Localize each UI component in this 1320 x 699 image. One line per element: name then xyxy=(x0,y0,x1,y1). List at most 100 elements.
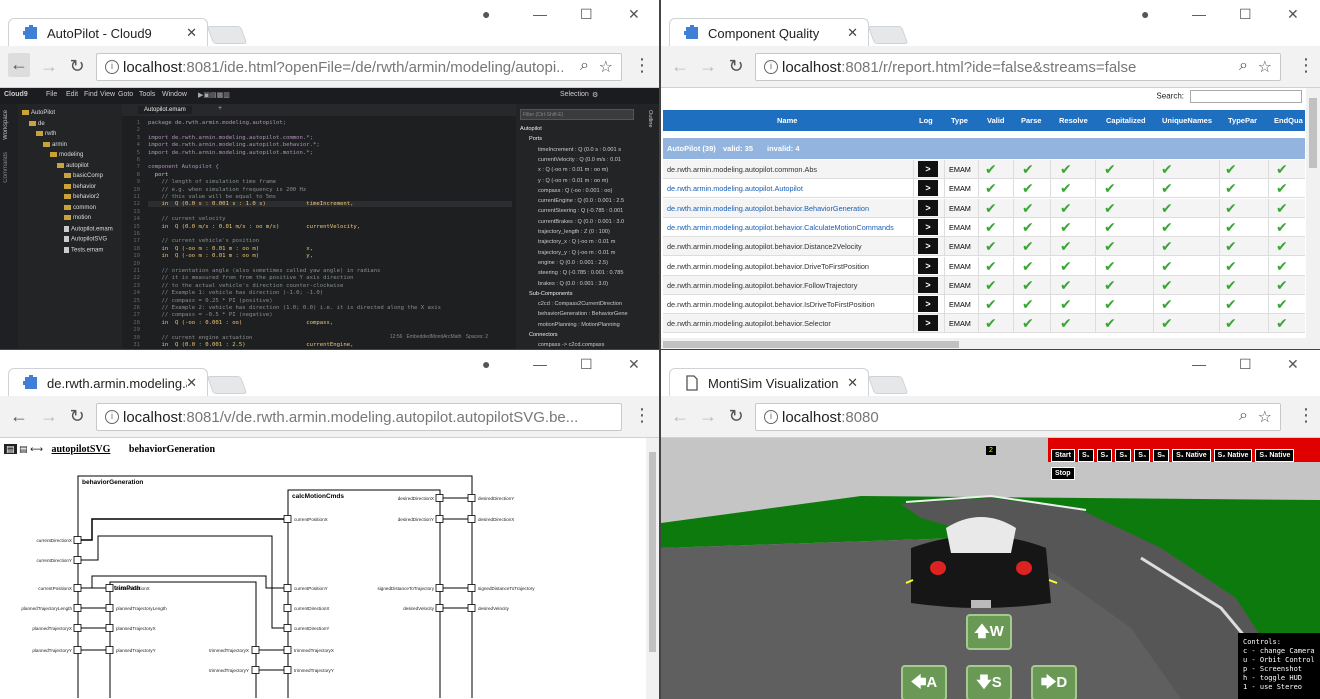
close-window-icon[interactable]: ✕ xyxy=(628,356,640,373)
hud-button[interactable]: Stop xyxy=(1051,467,1075,480)
address-bar[interactable]: i localhost:8080 ⌕ ☆ xyxy=(755,403,1281,431)
tab-close-icon[interactable]: ✕ xyxy=(847,375,858,391)
log-button[interactable]: > xyxy=(918,180,938,197)
tree-folder[interactable]: de xyxy=(29,120,45,127)
table-row[interactable]: de.rwth.armin.modeling.autopilot.behavio… xyxy=(663,237,1305,257)
info-icon[interactable]: i xyxy=(764,60,778,74)
reload-icon[interactable]: ↻ xyxy=(725,56,747,77)
minimize-icon[interactable]: — xyxy=(1192,356,1206,372)
outline-item[interactable]: Autopilot xyxy=(520,126,542,132)
breadcrumb-link[interactable]: autopilotSVG xyxy=(51,444,110,455)
forward-icon[interactable]: → xyxy=(38,56,60,77)
hud-button[interactable]: S₄ xyxy=(1134,449,1151,462)
log-button[interactable]: > xyxy=(918,315,938,332)
column-header[interactable]: Type xyxy=(951,116,968,125)
profile-icon[interactable]: ● xyxy=(482,356,490,372)
tree-file[interactable]: Autopilot.emam xyxy=(64,225,113,232)
log-button[interactable]: > xyxy=(918,218,938,235)
outline-item[interactable]: Ports xyxy=(529,136,542,142)
log-button[interactable]: > xyxy=(918,257,938,274)
maximize-icon[interactable]: ☐ xyxy=(1239,356,1252,373)
back-icon[interactable]: ← xyxy=(669,406,691,427)
tree-folder[interactable]: autopilot xyxy=(57,162,89,169)
outline-item[interactable]: x : Q (-oo m : 0.01 m : oo m) xyxy=(538,167,608,173)
table-row[interactable]: de.rwth.armin.modeling.autopilot.behavio… xyxy=(663,217,1305,237)
ide-menu-item[interactable]: Goto xyxy=(118,91,133,98)
zoom-search-icon[interactable]: ⌕ xyxy=(1239,407,1248,425)
tree-folder[interactable]: motion xyxy=(64,215,91,221)
tab-close-icon[interactable]: ✕ xyxy=(847,25,858,41)
info-icon[interactable]: i xyxy=(105,410,119,424)
outline-item[interactable]: currentVelocity : Q (0.0 m/s : 0.01 xyxy=(538,157,621,163)
table-row[interactable]: de.rwth.armin.modeling.autopilot.behavio… xyxy=(663,314,1305,334)
column-header[interactable]: Parse xyxy=(1021,116,1041,125)
browser-tab[interactable]: de.rwth.armin.modeling.a ✕ xyxy=(8,368,208,398)
hud-button[interactable]: S₁ xyxy=(1077,449,1094,462)
outline-tab-label[interactable]: Outline xyxy=(647,110,653,127)
side-label-commands[interactable]: Commands xyxy=(3,152,9,183)
hud-button[interactable]: S₅ xyxy=(1153,449,1170,462)
column-header[interactable]: EndQua xyxy=(1274,116,1303,125)
new-tab-button[interactable] xyxy=(206,376,248,394)
tab-close-icon[interactable]: ✕ xyxy=(186,375,197,391)
tree-folder[interactable]: armin xyxy=(43,141,67,148)
component-link[interactable]: de.rwth.armin.modeling.autopilot.behavio… xyxy=(667,223,894,232)
new-tab-button[interactable] xyxy=(206,26,248,44)
ide-menu-item[interactable]: Edit xyxy=(66,91,78,98)
reload-icon[interactable]: ↻ xyxy=(66,406,88,427)
log-button[interactable]: > xyxy=(918,161,938,177)
log-button[interactable]: > xyxy=(918,276,938,293)
back-icon[interactable]: ← xyxy=(8,406,30,427)
outline-item[interactable]: compass -> c2cd.compass xyxy=(538,342,604,348)
column-header[interactable]: Valid xyxy=(987,116,1005,125)
tree-folder[interactable]: common xyxy=(64,204,96,211)
control-s-button[interactable]: 🡇S xyxy=(966,665,1012,699)
profile-icon[interactable]: ● xyxy=(482,6,490,22)
tree-folder[interactable]: AutoPilot xyxy=(22,110,55,116)
ide-menu-item[interactable]: File xyxy=(46,91,57,98)
vertical-scrollbar[interactable] xyxy=(1306,88,1320,350)
info-icon[interactable]: i xyxy=(105,60,119,74)
outline-item[interactable]: currentSteering : Q (-0.785 : 0.001 xyxy=(538,208,623,214)
maximize-icon[interactable]: ☐ xyxy=(580,356,593,373)
outline-item[interactable]: behaviorGeneration : BehaviorGene xyxy=(538,311,628,317)
search-input[interactable] xyxy=(1190,90,1302,103)
maximize-icon[interactable]: ☐ xyxy=(580,6,593,23)
outline-item[interactable]: timeIncrement : Q (0.0 s : 0.001 s xyxy=(538,147,621,153)
reload-icon[interactable]: ↻ xyxy=(725,406,747,427)
forward-icon[interactable]: → xyxy=(697,56,719,77)
tree-file[interactable]: Tests.emam xyxy=(64,246,103,253)
browser-tab[interactable]: MontiSim Visualization ✕ xyxy=(669,368,869,398)
zoom-search-icon[interactable]: ⌕ xyxy=(1239,57,1248,75)
address-bar[interactable]: i localhost:8081/r/report.html?ide=false… xyxy=(755,53,1281,81)
outline-item[interactable]: steering : Q (-0.785 : 0.001 : 0.785 xyxy=(538,270,624,276)
code-editor[interactable]: Autopilot.emam + 1 package de.rwth.armin.… xyxy=(122,104,516,350)
tree-folder[interactable]: behavior xyxy=(64,183,96,190)
outline-item[interactable]: currentEngine : Q (0.0 : 0.001 : 2.5 xyxy=(538,198,624,204)
ide-menu-item[interactable]: Find xyxy=(84,91,98,98)
browser-tab[interactable]: AutoPilot - Cloud9 ✕ xyxy=(8,18,208,48)
reload-icon[interactable]: ↻ xyxy=(66,56,88,77)
column-header[interactable]: TypePar xyxy=(1228,116,1257,125)
ide-menu-item[interactable]: Window xyxy=(162,91,187,98)
column-header[interactable]: UniqueNames xyxy=(1162,116,1212,125)
table-row[interactable]: de.rwth.armin.modeling.autopilot.common.… xyxy=(663,160,1305,179)
outline-item[interactable]: y : Q (-oo m : 0.01 m : oo m) xyxy=(538,178,608,184)
forward-icon[interactable]: → xyxy=(38,406,60,427)
layout-toggle-icon[interactable]: ▤ xyxy=(4,444,17,454)
close-window-icon[interactable]: ✕ xyxy=(1287,6,1299,23)
hud-button[interactable]: S₃ xyxy=(1115,449,1132,462)
tree-folder[interactable]: basicComp xyxy=(64,173,103,179)
outline-item[interactable]: compass : Q (-oo : 0.001 : oo) xyxy=(538,188,612,194)
table-row[interactable]: de.rwth.armin.modeling.autopilot.behavio… xyxy=(663,198,1305,218)
bookmark-star-icon[interactable]: ☆ xyxy=(1258,407,1272,427)
hud-button[interactable]: S₂ Native xyxy=(1213,449,1253,462)
minimize-icon[interactable]: — xyxy=(1192,6,1206,22)
tree-folder[interactable]: rwth xyxy=(36,131,56,137)
component-link[interactable]: de.rwth.armin.modeling.autopilot.behavio… xyxy=(667,204,869,213)
minimize-icon[interactable]: — xyxy=(533,6,547,22)
column-header[interactable]: Name xyxy=(777,116,797,125)
close-window-icon[interactable]: ✕ xyxy=(628,6,640,23)
outline-item[interactable]: currentBrakes : Q (0.0 : 0.001 : 3.0 xyxy=(538,219,624,225)
outline-item[interactable]: trajectory_x : Q (-oo m : 0.01 m xyxy=(538,239,615,245)
